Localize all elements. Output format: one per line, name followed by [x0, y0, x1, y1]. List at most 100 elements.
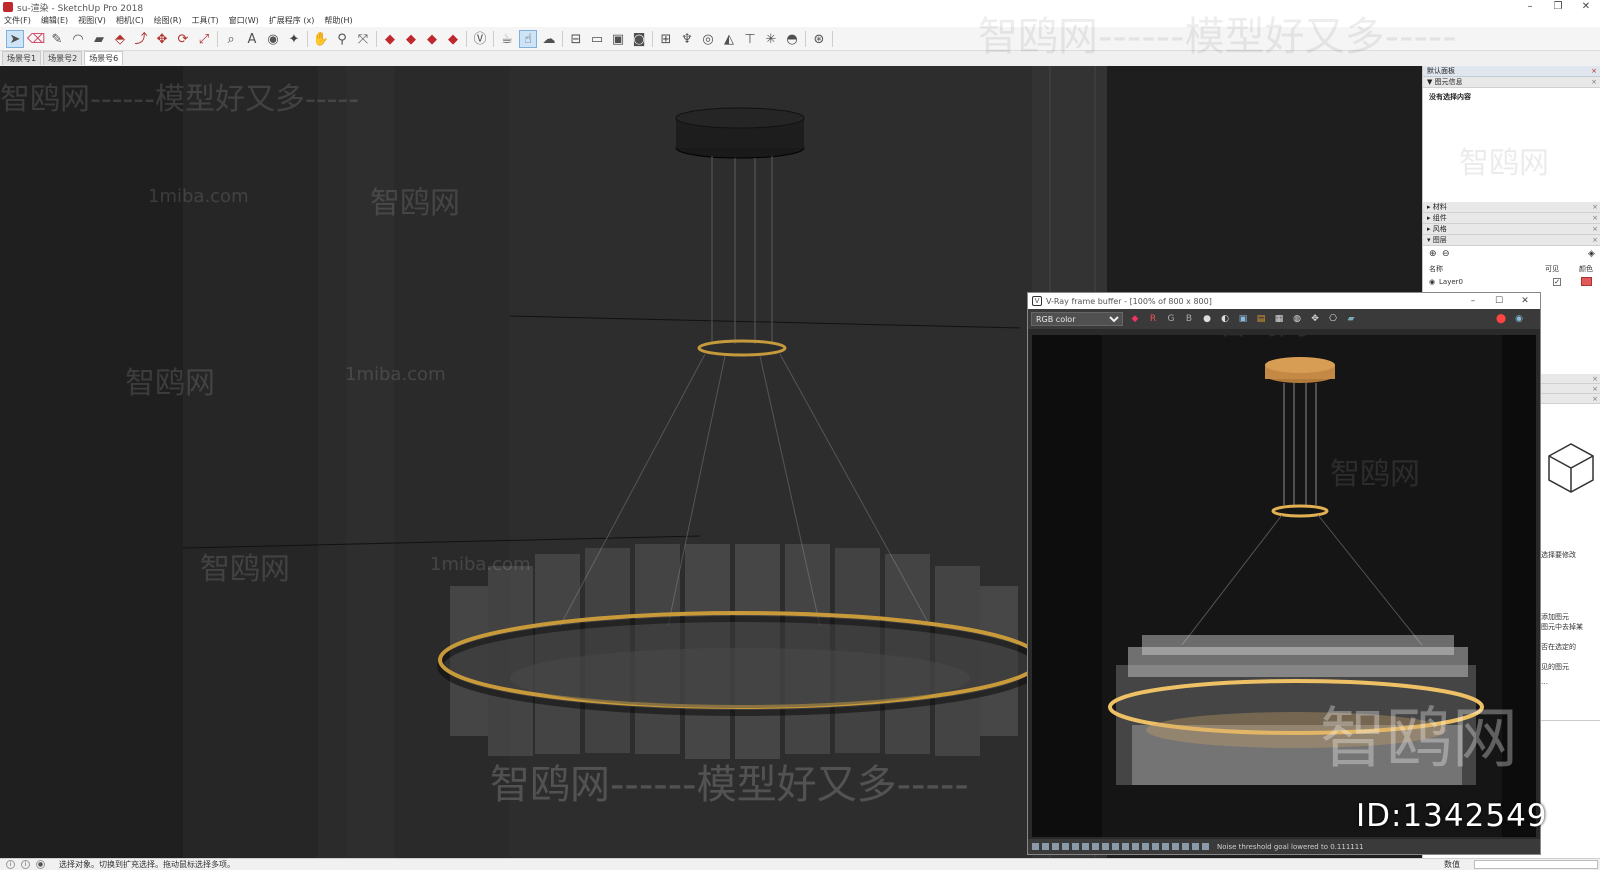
- tape-measure-icon[interactable]: ⌕: [222, 30, 240, 48]
- menu-file[interactable]: 文件(F): [4, 15, 31, 26]
- teapot-icon[interactable]: ☕: [498, 30, 516, 48]
- entity-info-close-icon[interactable]: ×: [1591, 77, 1597, 88]
- light-icon[interactable]: ♆: [678, 30, 696, 48]
- omni-light-icon[interactable]: ✳: [762, 30, 780, 48]
- vray-render-image[interactable]: 智鸥网 智鸥网 智鸥网: [1032, 335, 1536, 837]
- paint-bucket-icon[interactable]: ◉: [264, 30, 282, 48]
- geo-location-icon[interactable]: i: [6, 860, 15, 869]
- materials-section[interactable]: ▸ 材料 ×: [1423, 202, 1600, 213]
- spot-light-icon[interactable]: ◭: [720, 30, 738, 48]
- cloud-icon[interactable]: ☁: [540, 30, 558, 48]
- layer-visible-header[interactable]: 可见: [1545, 264, 1559, 274]
- menu-window[interactable]: 窗口(W): [229, 15, 259, 26]
- remove-layer-icon[interactable]: ⊖: [1442, 249, 1450, 259]
- layer-visible-checkbox[interactable]: ✓: [1553, 278, 1561, 286]
- vray-logo-icon[interactable]: Ⓥ: [471, 30, 489, 48]
- rotate-icon[interactable]: ⟳: [174, 30, 192, 48]
- vray-status-icons: [1032, 843, 1209, 850]
- text-icon[interactable]: A: [243, 30, 261, 48]
- layer-color-swatch[interactable]: [1581, 277, 1592, 286]
- mesh-light-icon[interactable]: ⊛: [810, 30, 828, 48]
- vray-clear-icon[interactable]: ▦: [1272, 312, 1286, 326]
- model-id-label: ID:1342549: [1356, 798, 1548, 834]
- vray-minimize-button[interactable]: –: [1460, 293, 1486, 309]
- menu-edit[interactable]: 编辑(E): [41, 15, 68, 26]
- menu-tools[interactable]: 工具(T): [192, 15, 219, 26]
- vray-buffer-icon[interactable]: ◆: [444, 30, 462, 48]
- close-button[interactable]: ✕: [1572, 0, 1600, 14]
- layer-name-header[interactable]: 名称: [1429, 264, 1443, 274]
- layers-section[interactable]: ▾ 图层 ×: [1423, 235, 1600, 246]
- maximize-button[interactable]: ❐: [1544, 0, 1572, 14]
- add-layer-icon[interactable]: ⊕: [1429, 249, 1437, 259]
- scene-tab-6[interactable]: 场景号6: [84, 51, 124, 65]
- hand-cursor-icon[interactable]: ☝: [519, 30, 537, 48]
- vray-title-bar[interactable]: V V-Ray frame buffer - [100% of 800 x 80…: [1028, 293, 1540, 309]
- menu-view[interactable]: 视图(V): [78, 15, 106, 26]
- layer-row-name[interactable]: Layer0: [1439, 278, 1463, 286]
- dome-light-icon[interactable]: ◓: [783, 30, 801, 48]
- vray-green-channel-icon[interactable]: G: [1164, 312, 1178, 326]
- orbit-icon[interactable]: ✦: [285, 30, 303, 48]
- sphere-light-icon[interactable]: ◎: [699, 30, 717, 48]
- vray-frame-buffer-window[interactable]: V V-Ray frame buffer - [100% of 800 x 80…: [1027, 292, 1541, 855]
- camera-icon[interactable]: ◙: [630, 30, 648, 48]
- menu-help[interactable]: 帮助(H): [324, 15, 352, 26]
- vray-history-icon[interactable]: ▰: [1344, 312, 1358, 326]
- rectangle-icon[interactable]: ▰: [90, 30, 108, 48]
- components-section[interactable]: ▸ 组件 ×: [1423, 213, 1600, 224]
- vray-color-picker-icon[interactable]: ◆: [1128, 312, 1142, 326]
- scene-tab-2[interactable]: 场景号2: [43, 51, 83, 65]
- toolbar-separator: [805, 31, 806, 47]
- instructor-hint-3: 图元中去掉某: [1541, 623, 1583, 631]
- menu-draw[interactable]: 绘图(R): [154, 15, 182, 26]
- vray-mono-icon[interactable]: ◐: [1218, 312, 1232, 326]
- lock-icon[interactable]: ⊞: [657, 30, 675, 48]
- vray-render-icon[interactable]: ◉: [1512, 312, 1526, 326]
- pencil-icon[interactable]: ✎: [48, 30, 66, 48]
- pan-icon[interactable]: ✋: [312, 30, 330, 48]
- styles-section[interactable]: ▸ 风格 ×: [1423, 224, 1600, 235]
- window2-icon[interactable]: ▣: [609, 30, 627, 48]
- vray-alpha-icon[interactable]: ●: [1200, 312, 1214, 326]
- window-icon[interactable]: ▭: [588, 30, 606, 48]
- zoom-extents-icon[interactable]: ⤧: [354, 30, 372, 48]
- layer-row-radio-icon[interactable]: ◉: [1429, 278, 1435, 286]
- eraser-icon[interactable]: ⌫: [27, 30, 45, 48]
- vray-cloud-icon[interactable]: ◆: [423, 30, 441, 48]
- vray-red-channel-icon[interactable]: R: [1146, 312, 1160, 326]
- tray-title: 默认面板 ×: [1423, 66, 1600, 77]
- minimize-button[interactable]: –: [1516, 0, 1544, 14]
- move-icon[interactable]: ✥: [153, 30, 171, 48]
- ies-light-icon[interactable]: ⊤: [741, 30, 759, 48]
- layer-details-icon[interactable]: ◈: [1588, 249, 1595, 259]
- entity-info-header[interactable]: ▼ 图元信息 ×: [1423, 77, 1600, 88]
- follow-me-icon[interactable]: ⤴: [132, 30, 150, 48]
- vray-load-icon[interactable]: ▤: [1254, 312, 1268, 326]
- vray-channel-select[interactable]: RGB color: [1031, 312, 1123, 326]
- scale-icon[interactable]: ⤢: [195, 30, 213, 48]
- zoom-icon[interactable]: ⚲: [333, 30, 351, 48]
- user-icon[interactable]: ●: [36, 860, 45, 869]
- push-pull-icon[interactable]: ⬘: [111, 30, 129, 48]
- vray-close-button[interactable]: ✕: [1512, 293, 1538, 309]
- scene-tab-1[interactable]: 场景号1: [2, 51, 42, 65]
- vray-interactive-icon[interactable]: ◆: [402, 30, 420, 48]
- credits-icon[interactable]: i: [21, 860, 30, 869]
- measurements-input[interactable]: [1474, 860, 1598, 869]
- vray-blue-channel-icon[interactable]: B: [1182, 312, 1196, 326]
- select-icon[interactable]: ➤: [6, 30, 24, 48]
- vray-maximize-button[interactable]: ☐: [1486, 293, 1512, 309]
- arc-icon[interactable]: ◠: [69, 30, 87, 48]
- vray-region-icon[interactable]: ✥: [1308, 312, 1322, 326]
- vray-save-icon[interactable]: ▣: [1236, 312, 1250, 326]
- section-icon[interactable]: ⊟: [567, 30, 585, 48]
- vray-render-icon[interactable]: ◆: [381, 30, 399, 48]
- layer-color-header[interactable]: 颜色: [1579, 264, 1593, 274]
- tray-close-icon[interactable]: ×: [1591, 66, 1597, 77]
- menu-camera[interactable]: 相机(C): [116, 15, 144, 26]
- vray-stop-icon[interactable]: ⬤: [1494, 312, 1508, 326]
- vray-track-icon[interactable]: ◍: [1290, 312, 1304, 326]
- vray-link-icon[interactable]: ⎔: [1326, 312, 1340, 326]
- menu-extensions[interactable]: 扩展程序 (x): [269, 15, 315, 26]
